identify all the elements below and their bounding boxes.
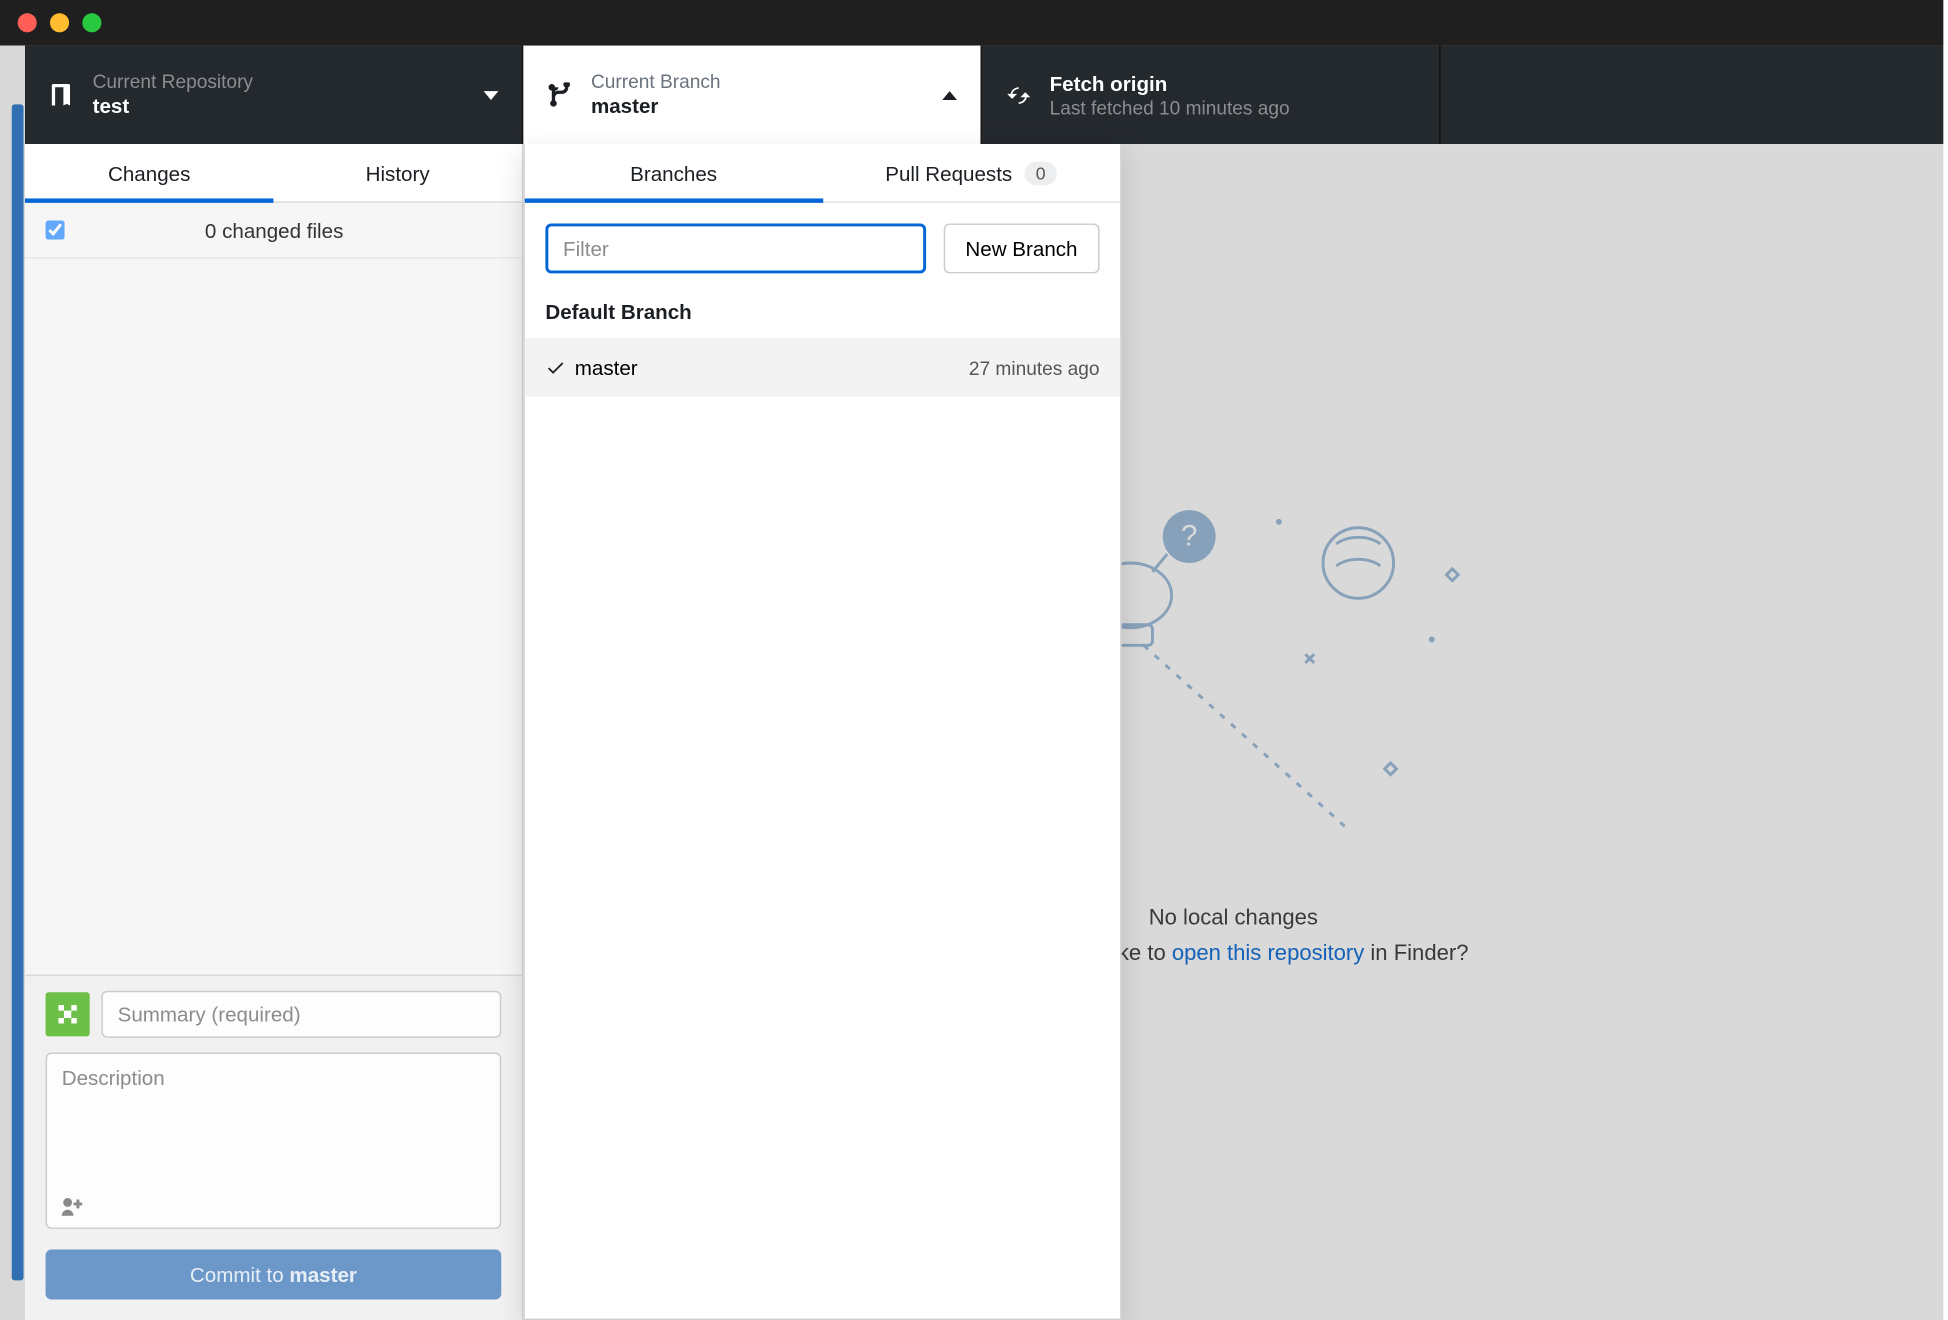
- current-repository-selector[interactable]: Current Repository test: [25, 46, 523, 144]
- tab-pull-requests[interactable]: Pull Requests 0: [822, 144, 1120, 201]
- titlebar: [0, 0, 1943, 46]
- commit-summary-input[interactable]: [101, 991, 501, 1038]
- git-branch-icon: [544, 82, 576, 108]
- avatar: [46, 992, 90, 1036]
- window-maximize-button[interactable]: [82, 13, 101, 32]
- add-coauthor-icon[interactable]: [59, 1195, 83, 1219]
- fetch-title: Fetch origin: [1050, 72, 1290, 97]
- pr-count-badge: 0: [1024, 161, 1057, 185]
- changed-files-header: 0 changed files: [25, 203, 522, 259]
- sync-icon: [1003, 82, 1035, 108]
- branch-item-time: 27 minutes ago: [969, 356, 1100, 378]
- fetch-subtitle: Last fetched 10 minutes ago: [1050, 96, 1290, 119]
- branch-name: master: [591, 95, 721, 120]
- commit-button-branch: master: [289, 1263, 357, 1287]
- changes-sidebar: Changes History 0 changed files Descript…: [25, 144, 523, 1320]
- tab-changes[interactable]: Changes: [25, 144, 273, 201]
- repo-label: Current Repository: [93, 70, 253, 93]
- chevron-up-icon: [942, 90, 957, 99]
- branch-item-name: master: [575, 356, 969, 380]
- branch-list-item[interactable]: master 27 minutes ago: [525, 338, 1120, 397]
- description-placeholder: Description: [62, 1066, 165, 1090]
- commit-description-input[interactable]: Description: [46, 1053, 502, 1229]
- commit-button-prefix: Commit to: [190, 1263, 290, 1287]
- fetch-origin-button[interactable]: Fetch origin Last fetched 10 minutes ago: [982, 46, 1441, 144]
- branch-label: Current Branch: [591, 70, 721, 93]
- branch-dropdown-popup: Branches Pull Requests 0 New Branch Defa…: [523, 144, 1121, 1320]
- repo-name: test: [93, 95, 253, 120]
- current-branch-selector[interactable]: Current Branch master: [523, 46, 982, 144]
- toolbar: Current Repository test Current Branch m…: [25, 46, 1943, 144]
- window-close-button[interactable]: [18, 13, 37, 32]
- repo-icon: [46, 82, 78, 108]
- sidebar-tabs: Changes History: [25, 144, 522, 203]
- select-all-checkbox[interactable]: [46, 221, 65, 240]
- branch-filter-input[interactable]: [545, 223, 925, 273]
- chevron-down-icon: [484, 90, 499, 99]
- commit-button[interactable]: Commit to master: [46, 1250, 502, 1300]
- commit-panel: Description Commit to master: [25, 975, 522, 1320]
- window-minimize-button[interactable]: [50, 13, 69, 32]
- default-branch-heading: Default Branch: [525, 294, 1120, 338]
- changed-files-count: 0 changed files: [47, 218, 501, 242]
- new-branch-button[interactable]: New Branch: [943, 223, 1099, 273]
- tab-history[interactable]: History: [273, 144, 521, 201]
- background-window-edge: [0, 46, 25, 1320]
- pr-tab-label: Pull Requests: [885, 161, 1012, 185]
- check-icon: [545, 357, 574, 378]
- tab-branches[interactable]: Branches: [525, 144, 823, 201]
